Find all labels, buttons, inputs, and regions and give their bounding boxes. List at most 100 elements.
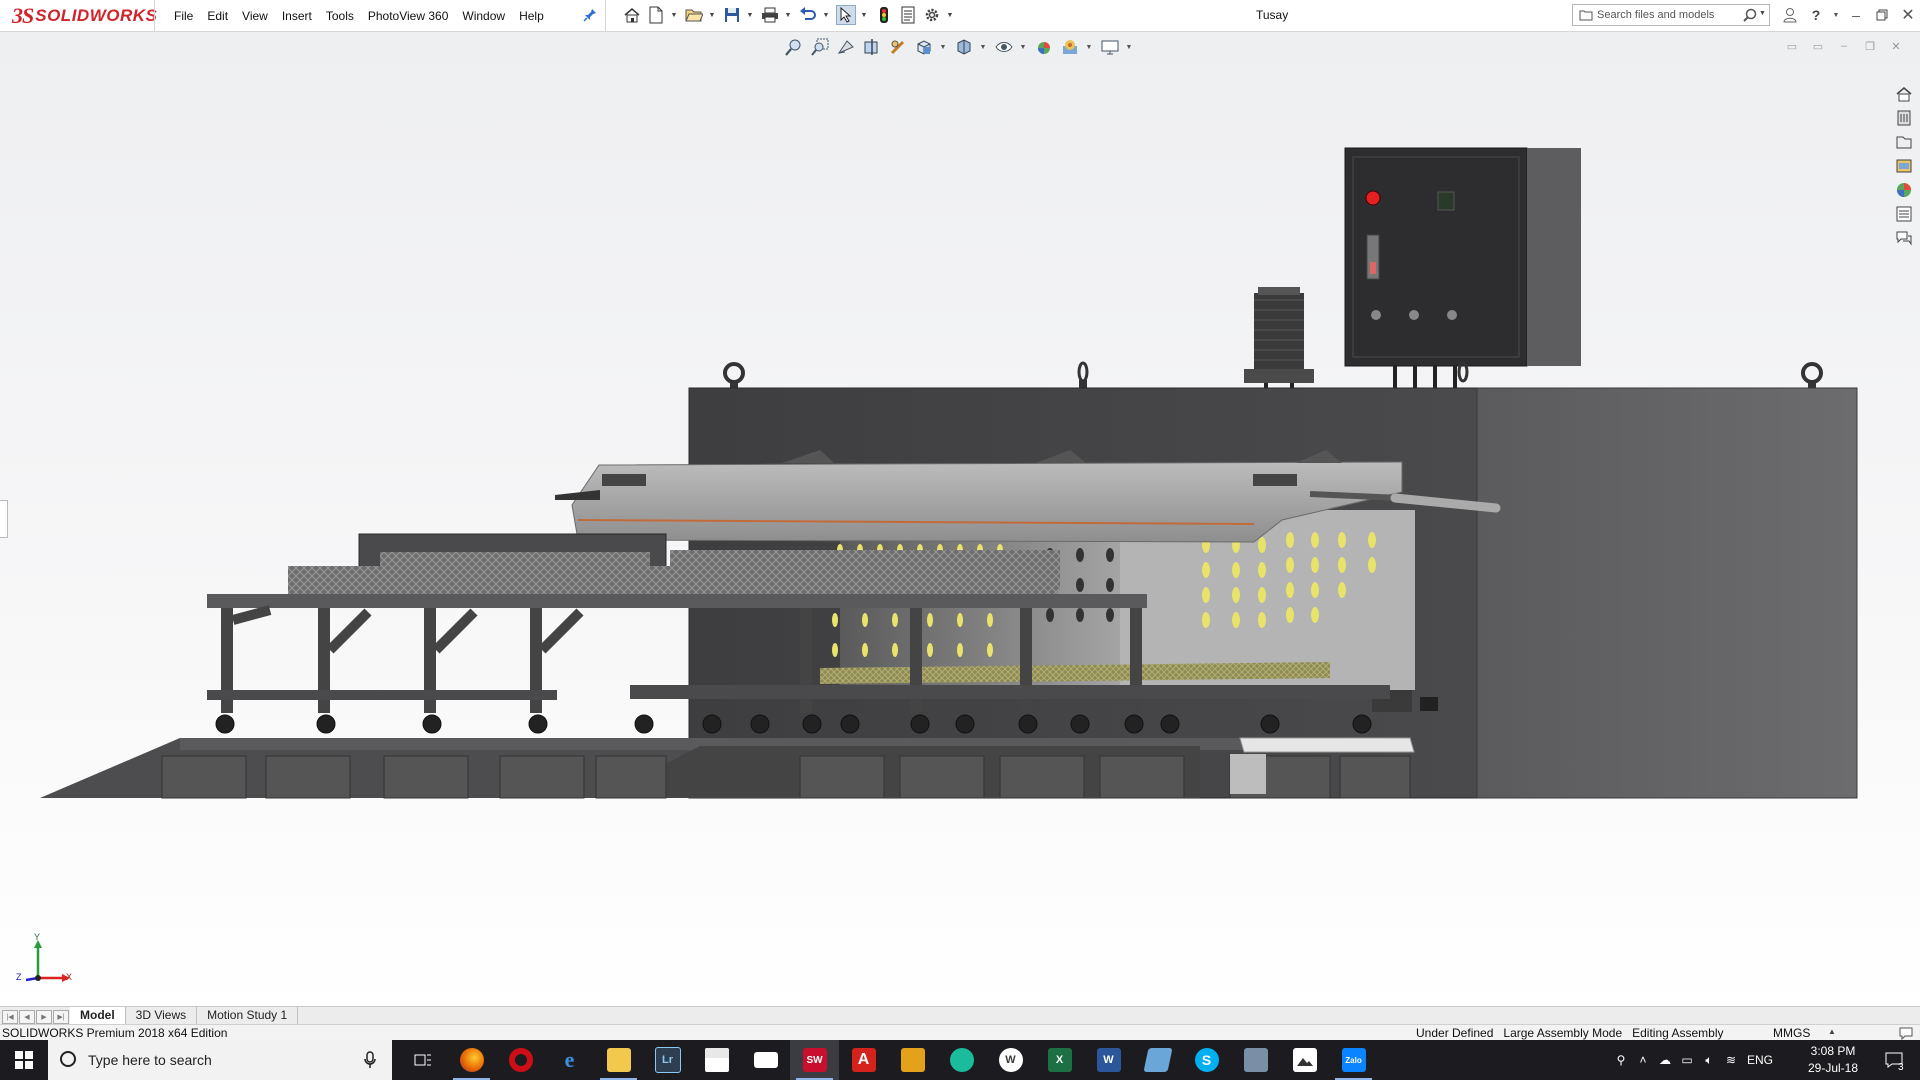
sync-icon[interactable] xyxy=(937,1040,986,1080)
graphics-area[interactable]: ▼ ▼ ▼ ▼ ▼ ▭ ▭ ‒ ❐ ✕ Y X Z xyxy=(0,32,1920,1007)
design-library-icon[interactable] xyxy=(1894,132,1914,152)
firefox-icon[interactable] xyxy=(447,1040,496,1080)
wifi-icon[interactable]: ≋ xyxy=(1720,1040,1742,1080)
search-icon[interactable] xyxy=(1743,8,1757,25)
word-icon[interactable]: W xyxy=(1084,1040,1133,1080)
menu-insert[interactable]: Insert xyxy=(282,9,312,23)
forum-icon[interactable] xyxy=(1894,228,1914,248)
clock[interactable]: 3:08 PM 29-Jul-18 xyxy=(1798,1043,1868,1077)
feature-manager-toggle[interactable] xyxy=(0,500,8,538)
battery-icon[interactable]: ▭ xyxy=(1676,1040,1698,1080)
assembly-model[interactable] xyxy=(0,32,1920,1007)
file-explorer-icon[interactable] xyxy=(1894,156,1914,176)
chevron-down-icon[interactable]: ▼ xyxy=(708,5,716,25)
menu-file[interactable]: File xyxy=(174,9,193,23)
taskbar-search[interactable]: Type here to search xyxy=(48,1040,392,1080)
next-tab-icon[interactable]: ▶ xyxy=(36,1010,52,1024)
chevron-down-icon[interactable]: ▼ xyxy=(946,5,954,25)
windows-taskbar: Type here to search e Lr SW A W X W S Za… xyxy=(0,1040,1920,1080)
minimize-icon[interactable]: ‒ xyxy=(1846,5,1866,25)
custom-properties-icon[interactable] xyxy=(1894,204,1914,224)
prev-tab-icon[interactable]: ◀ xyxy=(19,1010,35,1024)
document-title: Tusay xyxy=(1256,8,1289,22)
microphone-icon[interactable] xyxy=(364,1051,376,1072)
control-cabinet[interactable] xyxy=(1344,147,1581,388)
appearances-icon[interactable] xyxy=(1894,180,1914,200)
chevron-down-icon[interactable]: ▼ xyxy=(822,5,830,25)
resources-icon[interactable] xyxy=(1894,108,1914,128)
restore-icon[interactable] xyxy=(1872,5,1892,25)
last-tab-icon[interactable]: ▶| xyxy=(53,1010,69,1024)
undo-icon[interactable] xyxy=(798,5,818,25)
sticky-notes-icon[interactable] xyxy=(888,1040,937,1080)
taskbar-apps: e Lr SW A W X W S Zalo xyxy=(398,1040,1378,1080)
print-icon[interactable] xyxy=(760,5,780,25)
chevron-down-icon[interactable]: ▼ xyxy=(1759,10,1766,17)
acrobat-icon[interactable]: A xyxy=(839,1040,888,1080)
file-explorer-icon[interactable] xyxy=(594,1040,643,1080)
open-folder-icon[interactable] xyxy=(684,5,704,25)
edition-label: SOLIDWORKS Premium 2018 x64 Edition xyxy=(2,1026,228,1040)
excel-icon[interactable]: X xyxy=(1035,1040,1084,1080)
task-view-icon[interactable] xyxy=(398,1040,447,1080)
new-document-icon[interactable] xyxy=(646,5,666,25)
chevron-down-icon[interactable]: ▼ xyxy=(784,5,792,25)
solidworks-logo[interactable]: 3S SOLIDWORKS xyxy=(12,3,157,29)
first-tab-icon[interactable]: |◀ xyxy=(2,1010,18,1024)
solidworks-taskbar-icon[interactable]: SW xyxy=(790,1040,839,1080)
clock-time: 3:08 PM xyxy=(1810,1044,1856,1058)
start-button[interactable] xyxy=(0,1040,48,1080)
options-gear-icon[interactable] xyxy=(922,5,942,25)
zalo-icon[interactable]: Zalo xyxy=(1329,1040,1378,1080)
select-cursor-icon[interactable] xyxy=(836,5,856,25)
pin-icon[interactable] xyxy=(583,8,597,22)
user-icon[interactable] xyxy=(1780,5,1800,25)
help-icon[interactable]: ? xyxy=(1806,5,1826,25)
tool-icon[interactable] xyxy=(1231,1040,1280,1080)
home-icon[interactable] xyxy=(622,5,642,25)
people-icon[interactable]: ⚲ xyxy=(1610,1040,1632,1080)
search-box[interactable]: ▼ xyxy=(1572,4,1770,26)
chevron-down-icon[interactable]: ▼ xyxy=(1832,5,1840,25)
mail-icon[interactable] xyxy=(741,1040,790,1080)
lightroom-icon[interactable]: Lr xyxy=(643,1040,692,1080)
reference-triad: Y X Z xyxy=(16,932,76,991)
chevron-down-icon[interactable]: ▼ xyxy=(746,5,754,25)
tab-model[interactable]: Model xyxy=(70,1007,126,1024)
language-indicator[interactable]: ENG xyxy=(1742,1053,1778,1067)
volume-icon[interactable]: 🔈︎ xyxy=(1698,1040,1720,1080)
tab-3d-views[interactable]: 3D Views xyxy=(126,1007,198,1024)
action-center-icon[interactable]: 3 xyxy=(1874,1040,1914,1080)
photos-icon[interactable] xyxy=(1280,1040,1329,1080)
chevron-up-icon[interactable]: ▲ xyxy=(1828,1027,1836,1036)
home-icon[interactable] xyxy=(1894,84,1914,104)
opera-icon[interactable] xyxy=(496,1040,545,1080)
tab-motion-study[interactable]: Motion Study 1 xyxy=(197,1007,299,1024)
chevron-down-icon[interactable]: ▼ xyxy=(670,5,678,25)
menu-window[interactable]: Window xyxy=(462,9,505,23)
menu-tools[interactable]: Tools xyxy=(326,9,354,23)
menu-view[interactable]: View xyxy=(242,9,268,23)
search-input[interactable] xyxy=(1597,7,1737,23)
file-properties-icon[interactable] xyxy=(898,5,918,25)
cortana-icon xyxy=(60,1051,76,1067)
chevron-down-icon[interactable]: ▼ xyxy=(860,5,868,25)
edge-icon[interactable]: e xyxy=(545,1040,594,1080)
chevron-up-icon[interactable]: ˄ xyxy=(1632,1040,1654,1080)
motor[interactable] xyxy=(1244,287,1314,391)
divider xyxy=(154,0,155,31)
unit-system[interactable]: MMGS xyxy=(1773,1026,1810,1040)
notes-icon[interactable] xyxy=(1133,1040,1182,1080)
cloud-icon[interactable]: ☁ xyxy=(1654,1040,1676,1080)
assembly-mode-status: Large Assembly Mode xyxy=(1503,1026,1623,1040)
task-pane-tabs xyxy=(1894,84,1916,248)
save-icon[interactable] xyxy=(722,5,742,25)
menu-help[interactable]: Help xyxy=(519,9,544,23)
menu-photoview[interactable]: PhotoView 360 xyxy=(368,9,449,23)
store-icon[interactable] xyxy=(692,1040,741,1080)
skype-icon[interactable]: S xyxy=(1182,1040,1231,1080)
traffic-light-icon[interactable] xyxy=(874,5,894,25)
wordpress-icon[interactable]: W xyxy=(986,1040,1035,1080)
close-icon[interactable]: ✕ xyxy=(1898,5,1918,25)
menu-edit[interactable]: Edit xyxy=(207,9,228,23)
